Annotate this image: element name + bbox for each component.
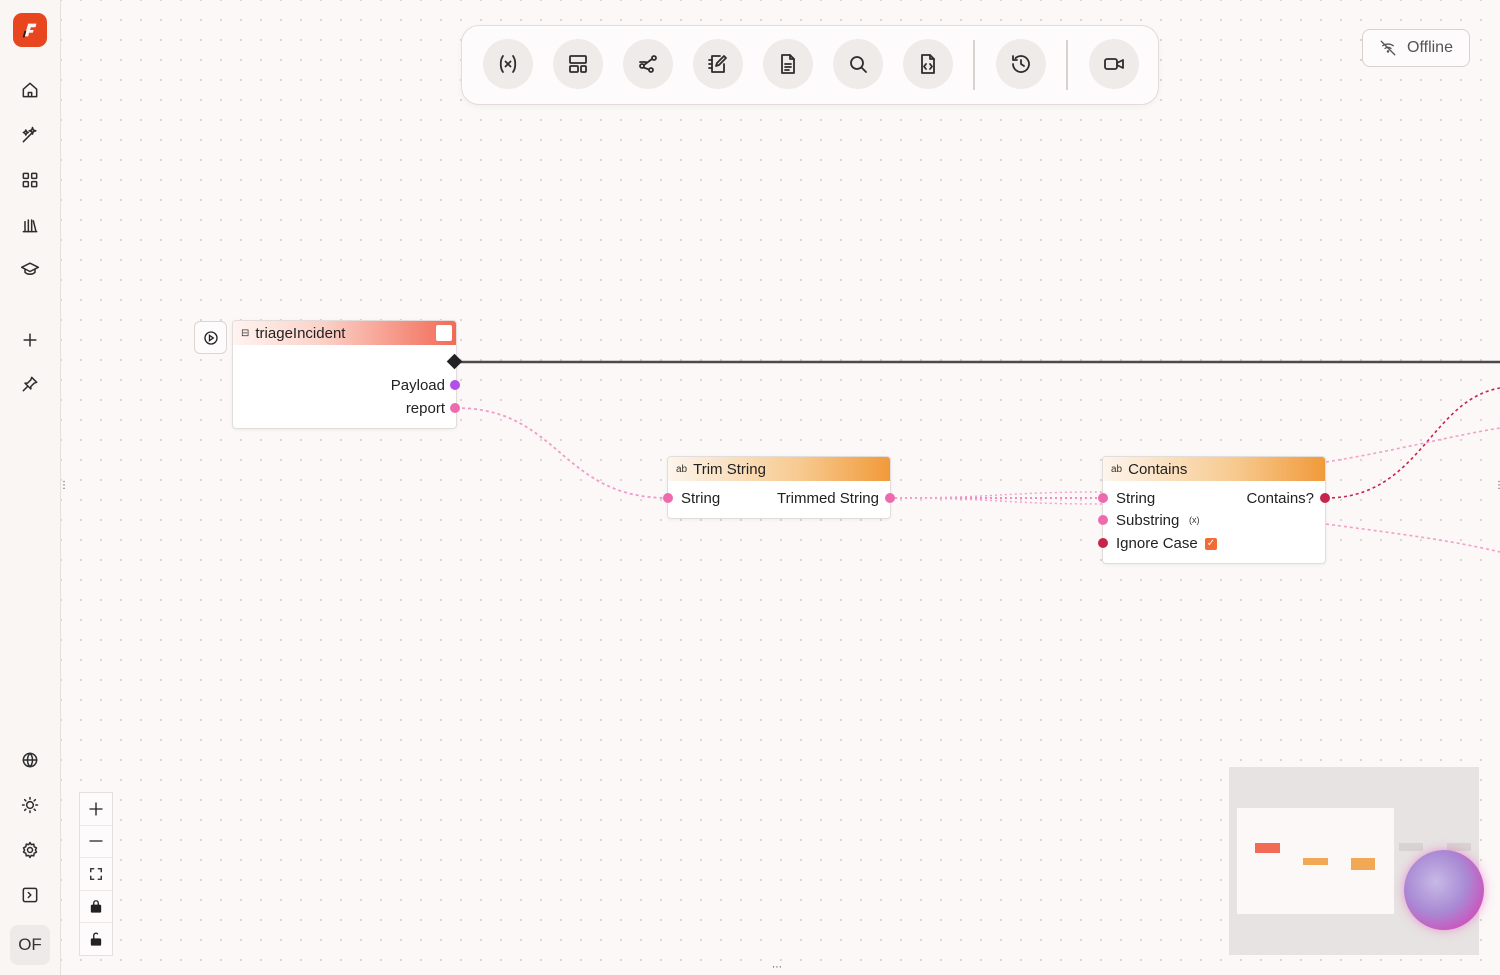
node-header[interactable]: ⊟ triageIncident <box>233 321 456 345</box>
assistant-orb-button[interactable] <box>1404 850 1484 930</box>
toolbar-separator <box>1066 40 1068 90</box>
video-button[interactable] <box>1089 39 1139 89</box>
zoom-out-button[interactable] <box>80 826 112 858</box>
port-contains-substring[interactable] <box>1098 515 1108 525</box>
right-resize-handle[interactable]: ⋮ <box>1494 480 1500 491</box>
globe-icon[interactable] <box>17 747 43 773</box>
variable-icon <box>499 55 517 73</box>
port-label-report: report <box>405 400 445 417</box>
panel-toggle-icon[interactable] <box>17 882 43 908</box>
video-icon <box>1104 58 1124 70</box>
collapse-icon[interactable]: ⊟ <box>241 328 249 339</box>
minimap-node <box>1351 858 1375 870</box>
minimap-node <box>1399 843 1423 851</box>
ignore-case-checkbox[interactable]: ✓ <box>1205 538 1217 550</box>
zoom-in-button[interactable] <box>80 793 112 826</box>
port-payload[interactable] <box>450 380 460 390</box>
graph-button[interactable] <box>623 39 673 89</box>
node-title: Contains <box>1128 460 1188 478</box>
run-trigger-button[interactable] <box>194 321 227 354</box>
zoom-controls <box>79 792 113 956</box>
lock-button[interactable] <box>80 891 112 923</box>
edit-button[interactable] <box>693 39 743 89</box>
plus-icon[interactable] <box>17 327 43 353</box>
port-trim-input[interactable] <box>663 493 673 503</box>
search-button[interactable] <box>833 39 883 89</box>
port-label-trimmed-string: Trimmed String <box>777 490 879 507</box>
home-icon[interactable] <box>17 77 43 103</box>
pin-icon[interactable] <box>17 371 43 397</box>
string-type-icon: ab <box>1111 463 1123 475</box>
offline-status-button[interactable]: Offline <box>1362 29 1470 67</box>
app-logo[interactable] <box>13 13 47 47</box>
history-icon <box>1012 55 1030 73</box>
sparkles-icon[interactable] <box>17 122 43 148</box>
port-label-substring: Substring <box>1116 512 1180 529</box>
variables-button[interactable] <box>483 39 533 89</box>
port-trim-output[interactable] <box>885 493 895 503</box>
wifi-off-icon <box>1380 40 1396 56</box>
minimap-node <box>1303 858 1328 865</box>
flow-logo-icon <box>22 23 37 38</box>
minimap-node <box>1255 843 1280 853</box>
layout-button[interactable] <box>553 39 603 89</box>
code-file-icon <box>921 54 935 74</box>
port-label-contains: Contains? <box>1246 490 1314 507</box>
toolbar-separator <box>973 40 975 90</box>
node-header[interactable]: ab Contains <box>1103 457 1325 481</box>
document-icon <box>781 54 795 74</box>
port-report[interactable] <box>450 403 460 413</box>
lock-icon <box>90 900 102 913</box>
avatar[interactable]: OF <box>10 925 50 965</box>
port-label-ignore-case: Ignore Case <box>1116 535 1198 552</box>
node-contains[interactable]: ab Contains String Substring (x) Ignore … <box>1102 456 1326 564</box>
node-triage-incident[interactable]: ⊟ triageIncident Payload report <box>232 320 457 429</box>
history-button[interactable] <box>996 39 1046 89</box>
port-contains-ignore-case[interactable] <box>1098 538 1108 548</box>
unlock-button[interactable] <box>80 923 112 956</box>
fullscreen-icon <box>90 867 102 880</box>
port-contains-string[interactable] <box>1098 493 1108 503</box>
node-title: triageIncident <box>255 324 346 342</box>
left-resize-handle[interactable]: ⋮ <box>59 480 69 491</box>
search-icon <box>850 56 867 73</box>
code-file-button[interactable] <box>903 39 953 89</box>
play-circle-icon <box>203 330 218 345</box>
unlock-icon <box>90 932 102 946</box>
offline-label: Offline <box>1407 39 1453 56</box>
fit-view-button[interactable] <box>80 858 112 891</box>
string-type-icon: ab <box>676 463 688 475</box>
gear-icon[interactable] <box>17 837 43 863</box>
grid-icon[interactable] <box>17 167 43 193</box>
node-title: Trim String <box>693 460 766 478</box>
edit-icon <box>708 55 727 73</box>
node-header[interactable]: ab Trim String <box>668 457 890 481</box>
bottom-resize-handle[interactable]: ⋯ <box>772 962 782 973</box>
sidebar: OF <box>0 0 61 975</box>
graph-icon <box>639 55 657 73</box>
plus-icon <box>89 802 103 816</box>
port-contains-output[interactable] <box>1320 493 1330 503</box>
top-toolbar <box>461 25 1159 105</box>
variable-icon[interactable]: (x) <box>1189 515 1200 525</box>
port-label-payload: Payload <box>390 377 445 394</box>
node-trim-string[interactable]: ab Trim String String Trimmed String <box>667 456 891 519</box>
document-button[interactable] <box>763 39 813 89</box>
port-label-string: String <box>681 490 721 507</box>
layout-icon <box>569 55 587 73</box>
library-icon[interactable] <box>17 212 43 238</box>
minus-icon <box>89 840 103 842</box>
graduation-cap-icon[interactable] <box>17 256 43 282</box>
sun-icon[interactable] <box>17 792 43 818</box>
node-checkbox[interactable] <box>436 325 452 341</box>
port-label-string: String <box>1116 490 1156 507</box>
